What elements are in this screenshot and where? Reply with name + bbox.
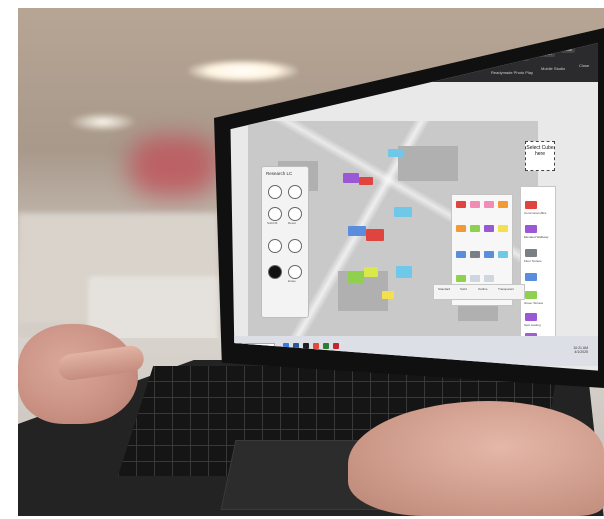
block-cube[interactable]: [388, 149, 404, 157]
category-item[interactable]: [525, 273, 537, 281]
swatch-orange[interactable]: [456, 225, 466, 232]
tool-button[interactable]: [288, 239, 302, 253]
block-cube[interactable]: [382, 291, 394, 299]
eraser-tool[interactable]: [288, 265, 302, 279]
tool-button[interactable]: [268, 265, 282, 279]
tool-button[interactable]: [288, 185, 302, 199]
tool-button[interactable]: [288, 207, 302, 221]
swatch-pink[interactable]: [470, 201, 480, 208]
category-item[interactable]: [525, 201, 537, 209]
render-mode[interactable]: Standard: [438, 287, 450, 291]
toolbar-mode[interactable]: Readymade Photo Play: [491, 70, 533, 75]
block-cube[interactable]: [348, 271, 364, 283]
category-label: Communal office: [524, 211, 547, 215]
category-label: Spot seating: [524, 323, 541, 327]
category-item[interactable]: [525, 291, 537, 299]
render-mode[interactable]: Solid: [460, 287, 467, 291]
tool-button[interactable]: [268, 185, 282, 199]
swatch-light[interactable]: [484, 275, 494, 282]
taskbar-date: 4/1/2025: [574, 350, 588, 354]
photo: Readymade Photo Play Mobile Studio Close…: [18, 8, 604, 516]
taskbar-clock: 10:21 AM 4/1/2025: [573, 346, 588, 354]
block-cube[interactable]: [348, 226, 366, 236]
swatch-cyan[interactable]: [498, 251, 508, 258]
category-label: Green Terrace: [524, 301, 544, 305]
tool-button[interactable]: [268, 239, 282, 253]
swatch-orange[interactable]: [498, 201, 508, 208]
render-mode[interactable]: Transparent: [498, 287, 514, 291]
tool-panel: Research LC Solid fill Reset Erase: [261, 166, 309, 318]
category-item[interactable]: [525, 249, 537, 257]
category-panel: Communal office Elevated Walkway Floor T…: [520, 186, 556, 358]
category-item[interactable]: [525, 313, 537, 321]
block-cube[interactable]: [359, 177, 373, 185]
ceiling-light: [68, 112, 138, 132]
taskbar-icon[interactable]: [333, 343, 339, 349]
category-label: Elevated Walkway: [524, 235, 549, 239]
category-label: Floor Terrace: [524, 259, 542, 263]
tool-label: Reset: [288, 221, 296, 225]
swatch-blue[interactable]: [484, 251, 494, 258]
taskbar-icon[interactable]: [313, 343, 319, 349]
block-cube[interactable]: [366, 229, 384, 241]
toolbar-mode[interactable]: Mobile Studio: [541, 66, 565, 71]
tool-label: Solid fill: [267, 221, 278, 225]
block-cube[interactable]: [364, 267, 378, 277]
toolbar-close[interactable]: Close: [579, 63, 589, 68]
swatch-light[interactable]: [470, 275, 480, 282]
blurred-red-object: [128, 136, 218, 196]
swatch-green[interactable]: [456, 275, 466, 282]
swatch-gray[interactable]: [470, 251, 480, 258]
swatch-red[interactable]: [456, 201, 466, 208]
swatch-purple[interactable]: [484, 225, 494, 232]
swatch-yellow[interactable]: [498, 225, 508, 232]
swatch-green[interactable]: [470, 225, 480, 232]
render-mode[interactable]: Outline: [478, 287, 488, 291]
category-item[interactable]: [525, 225, 537, 233]
swatch-pink[interactable]: [484, 201, 494, 208]
block-cube[interactable]: [343, 173, 359, 183]
block-cube[interactable]: [394, 207, 412, 217]
block-cube[interactable]: [396, 266, 412, 278]
building: [398, 146, 458, 181]
ceiling-light: [188, 60, 298, 82]
tool-button[interactable]: [268, 207, 282, 221]
select-cube-box[interactable]: Select Cube here: [525, 141, 555, 171]
taskbar-icon[interactable]: [323, 343, 329, 349]
tool-label: Erase: [288, 279, 296, 283]
tool-panel-title: Research LC: [266, 171, 293, 176]
taskbar-icon[interactable]: [303, 343, 309, 349]
swatch-blue[interactable]: [456, 251, 466, 258]
render-mode-bar: Standard Solid Outline Transparent: [433, 284, 525, 300]
